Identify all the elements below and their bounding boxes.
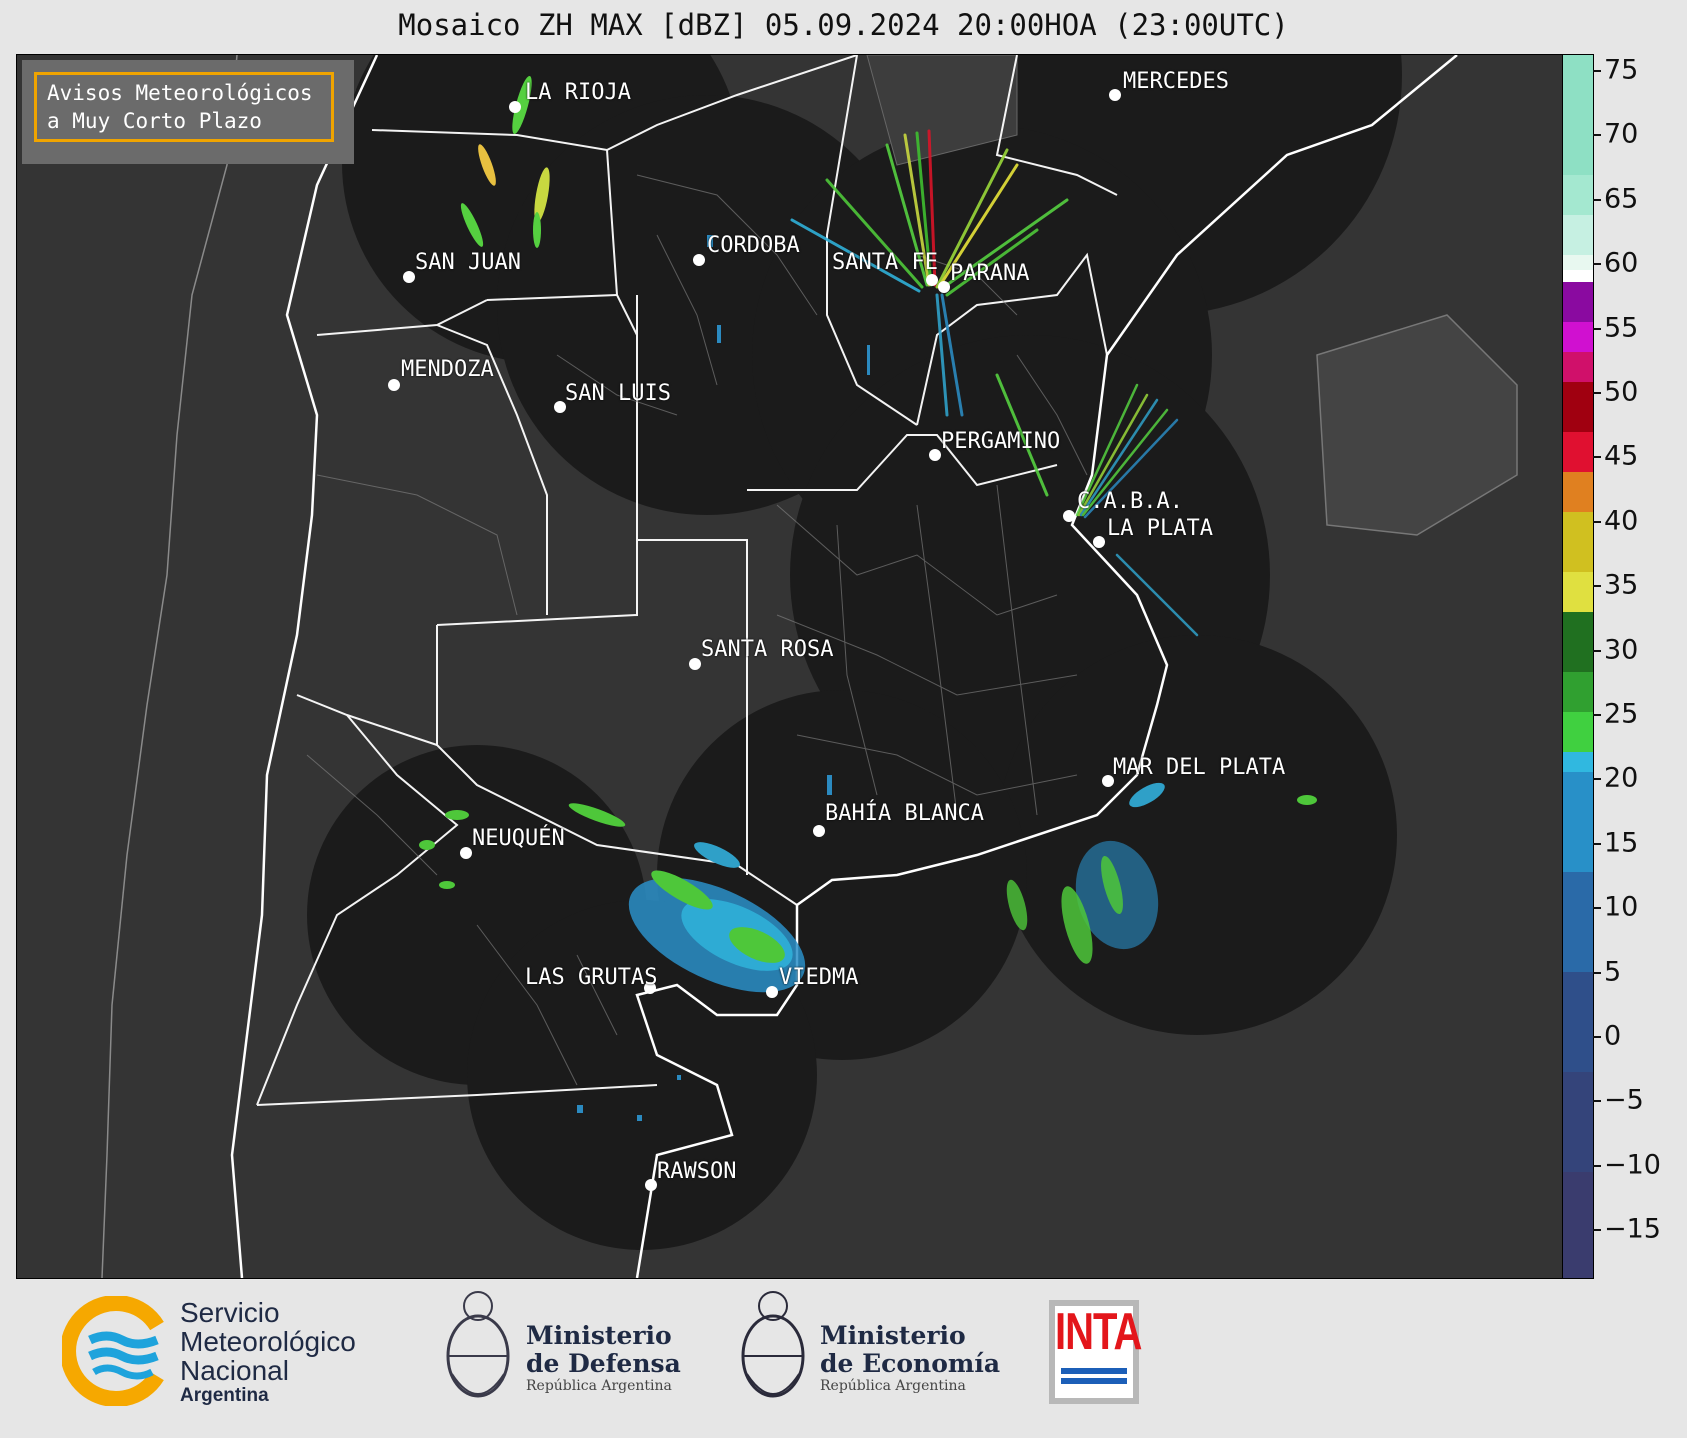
tick-mark (1593, 1100, 1601, 1102)
city-label-san-juan: SAN JUAN (415, 250, 521, 275)
city-dot-caba[interactable] (1063, 510, 1075, 522)
tick-label: 0 (1604, 1020, 1622, 1052)
city-label-cordoba: CORDOBA (707, 233, 800, 258)
city-label-santa-fe: SANTA FE (832, 250, 938, 275)
city-label-la-plata: LA PLATA (1107, 516, 1213, 541)
tick-mark (1593, 392, 1601, 394)
city-label-mendoza: MENDOZA (401, 357, 494, 382)
tick-label: 70 (1604, 118, 1639, 150)
colorbar-gradient (1563, 55, 1593, 1278)
tick-label: 50 (1604, 376, 1639, 408)
city-dot-rawson[interactable] (645, 1179, 657, 1191)
city-dot-mendoza[interactable] (388, 379, 400, 391)
city-dot-viedma[interactable] (766, 986, 778, 998)
economia-logo[interactable] (733, 1284, 813, 1422)
city-dot-mercedes[interactable] (1109, 89, 1121, 101)
city-label-pergamino: PERGAMINO (941, 429, 1061, 454)
tick-label: 30 (1604, 634, 1639, 666)
city-label-rawson: RAWSON (657, 1159, 737, 1184)
tick-label: 15 (1604, 827, 1639, 859)
city-label-la-rioja: LA RIOJA (525, 80, 631, 105)
economia-name: Ministerio de Economía República Argenti… (820, 1321, 1001, 1395)
city-dot-cordoba[interactable] (693, 254, 705, 266)
tick-label: −15 (1604, 1213, 1661, 1245)
tick-label: 25 (1604, 698, 1639, 730)
tick-label: 75 (1604, 54, 1639, 86)
tick-label: 10 (1604, 891, 1639, 923)
coat-of-arms-icon (741, 1291, 805, 1398)
city-dot-pergamino[interactable] (929, 449, 941, 461)
city-label-las-grutas: LAS GRUTAS (525, 965, 658, 990)
tick-mark (1593, 778, 1601, 780)
tick-label: −5 (1604, 1084, 1644, 1116)
tick-mark (1593, 199, 1601, 201)
tick-label: 5 (1604, 956, 1622, 988)
tick-mark (1593, 70, 1601, 72)
tick-label: 65 (1604, 183, 1639, 215)
warning-panel: Avisos Meteorológicos a Muy Corto Plazo (22, 60, 354, 164)
defensa-name: Ministerio de Defensa República Argentin… (526, 1321, 681, 1395)
tick-mark (1593, 972, 1601, 974)
city-dot-neuquen[interactable] (460, 847, 472, 859)
tick-mark (1593, 650, 1601, 652)
city-dot-santa-fe[interactable] (926, 274, 938, 286)
dbz-colorbar (1562, 54, 1594, 1279)
city-dot-san-juan[interactable] (403, 271, 415, 283)
city-label-san-luis: SAN LUIS (565, 381, 671, 406)
warning-line-2: a Muy Corto Plazo (47, 109, 262, 133)
city-label-mar-del-plata: MAR DEL PLATA (1113, 755, 1286, 780)
city-label-caba: C.A.B.A. (1077, 489, 1183, 514)
radar-map[interactable]: LA RIOJA MERCEDES CORDOBA SAN JUAN SANTA… (16, 54, 1563, 1279)
tick-label: 35 (1604, 569, 1639, 601)
tick-mark (1593, 328, 1601, 330)
tick-mark (1593, 456, 1601, 458)
warning-line-1: Avisos Meteorológicos (47, 81, 313, 105)
tick-mark (1593, 134, 1601, 136)
defensa-logo[interactable] (438, 1284, 518, 1422)
inta-text: INTA (1055, 1303, 1142, 1361)
warning-label-box[interactable]: Avisos Meteorológicos a Muy Corto Plazo (34, 72, 334, 142)
city-label-mercedes: MERCEDES (1123, 69, 1229, 94)
inta-badge: INTA (1055, 1303, 1142, 1398)
tick-mark (1593, 1165, 1601, 1167)
inta-logo[interactable]: INTA (1049, 1300, 1142, 1404)
tick-mark (1593, 907, 1601, 909)
tick-label: 45 (1604, 440, 1639, 472)
city-dot-santa-rosa[interactable] (689, 658, 701, 670)
tick-mark (1593, 585, 1601, 587)
city-label-viedma: VIEDMA (779, 965, 859, 990)
city-dot-la-rioja[interactable] (509, 101, 521, 113)
smn-emblem-icon (60, 1295, 164, 1407)
tick-label: 60 (1604, 247, 1639, 279)
smn-logo[interactable] (60, 1295, 172, 1410)
tick-mark (1593, 714, 1601, 716)
smn-name: Servicio Meteorológico Nacional Argentin… (180, 1297, 356, 1406)
coat-of-arms-icon (446, 1291, 510, 1398)
city-dot-parana[interactable] (938, 281, 950, 293)
tick-label: 20 (1604, 762, 1639, 794)
tick-mark (1593, 263, 1601, 265)
city-label-bahia-blanca: BAHÍA BLANCA (825, 801, 984, 826)
tick-mark (1593, 1229, 1601, 1231)
city-label-santa-rosa: SANTA ROSA (701, 637, 834, 662)
city-label-neuquen: NEUQUÉN (472, 826, 565, 851)
city-dot-la-plata[interactable] (1093, 536, 1105, 548)
tick-label: 55 (1604, 312, 1639, 344)
tick-label: −10 (1604, 1149, 1661, 1181)
tick-label: 40 (1604, 505, 1639, 537)
city-label-parana: PARANA (950, 261, 1030, 286)
tick-mark (1593, 521, 1601, 523)
city-dot-bahia-blanca[interactable] (813, 825, 825, 837)
tick-mark (1593, 1036, 1601, 1038)
map-title: Mosaico ZH MAX [dBZ] 05.09.2024 20:00HOA… (398, 8, 1289, 42)
tick-mark (1593, 843, 1601, 845)
